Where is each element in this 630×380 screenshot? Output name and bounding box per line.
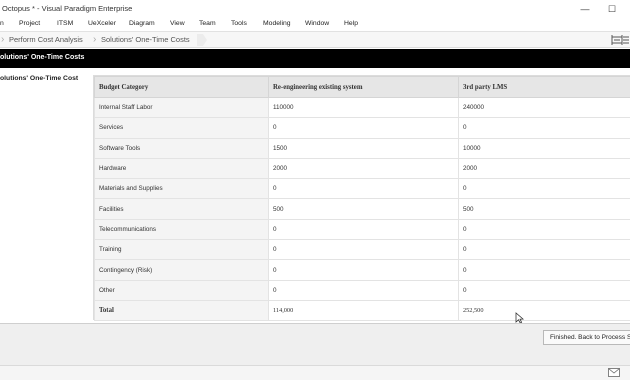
total-row: Total 114,000 252,500 [94,299,630,322]
value-cell[interactable]: 500 [268,198,459,220]
budget-category-cell: Contingency (Risk) [94,259,269,281]
breadcrumb: › Perform Cost Analysis › Solutions' One… [0,31,630,48]
breadcrumb-separator: › [93,34,97,45]
value-cell[interactable]: 500 [458,198,630,220]
budget-category-cell: Services [94,117,269,139]
value-cell[interactable]: 0 [458,259,630,281]
value-cell[interactable]: 240000 [458,96,630,119]
value-cell[interactable]: 2000 [268,157,459,180]
total-value: 252,500 [458,299,630,322]
breadcrumb-separator: › [1,34,5,45]
mail-icon[interactable] [608,368,620,377]
budget-category-cell: Internal Staff Labor [94,96,269,119]
table-row: Contingency (Risk) 0 0 [94,259,630,281]
table-row: Facilities 500 500 [94,198,630,220]
value-cell[interactable]: 0 [458,178,630,200]
menu-itsm[interactable]: ITSM [57,20,73,27]
title-bar: Octopus * - Visual Paradigm Enterprise —… [0,0,630,18]
table-header-row: Budget Category Re-engineering existing … [94,76,630,98]
table-row: Internal Staff Labor 110000 240000 [94,96,630,119]
cost-table-container: Budget Category Re-engineering existing … [93,75,630,322]
finish-back-to-process-steps-button[interactable]: Finished. Back to Process Steps [543,330,630,345]
value-cell[interactable]: 0 [458,117,630,139]
menu-window[interactable]: Window [305,20,329,27]
menu-modeling[interactable]: Modeling [263,20,291,27]
table-row: Services 0 0 [94,117,630,139]
value-cell[interactable]: 0 [458,239,630,261]
bottom-panel [0,323,630,365]
value-cell[interactable]: 2000 [458,157,630,180]
value-cell[interactable]: 1500 [268,137,459,159]
table-row: Telecommunications 0 0 [94,218,630,241]
value-cell[interactable]: 0 [458,279,630,301]
section-header: olutions' One-Time Costs [0,49,630,68]
cost-table: Budget Category Re-engineering existing … [94,76,630,322]
menu-team[interactable]: Team [199,20,216,27]
menu-uexceler[interactable]: UeXceler [88,20,116,27]
menu-tools[interactable]: Tools [231,20,247,27]
table-row: Other 0 0 [94,279,630,301]
table-row: Materials and Supplies 0 0 [94,178,630,200]
value-cell[interactable]: 0 [268,279,459,301]
menu-help[interactable]: Help [344,20,358,27]
table-row: Training 0 0 [94,239,630,261]
menu-project[interactable]: Project [19,20,40,27]
budget-category-cell: Hardware [94,157,269,180]
breadcrumb-item-solutions-one-time-costs[interactable]: Solutions' One-Time Costs [101,32,190,48]
status-bar [0,365,630,380]
menu-icon[interactable] [622,34,630,46]
value-cell[interactable]: 0 [268,239,459,261]
table-row: Hardware 2000 2000 [94,157,630,180]
budget-category-cell: Telecommunications [94,218,269,241]
value-cell[interactable]: 10000 [458,137,630,159]
maximize-button[interactable]: ☐ [605,2,619,16]
menu-diagram[interactable]: Diagram [129,20,155,27]
budget-category-cell: Facilities [94,198,269,220]
left-panel-label: olutions' One-Time Cost [0,75,79,82]
section-title: olutions' One-Time Costs [0,54,85,61]
table-row: Software Tools 1500 10000 [94,137,630,159]
menu-view[interactable]: View [170,20,185,27]
budget-category-cell: Software Tools [94,137,269,159]
breadcrumb-end-arrow [197,34,207,46]
menu-bar: n Project ITSM UeXceler Diagram View Tea… [0,18,630,31]
column-header-budget-category: Budget Category [94,76,269,98]
budget-category-cell: Other [94,279,269,301]
menu-file[interactable]: n [0,20,4,27]
total-label: Total [94,299,269,322]
budget-category-cell: Training [94,239,269,261]
breadcrumb-item-perform-cost-analysis[interactable]: Perform Cost Analysis [9,32,83,48]
value-cell[interactable]: 0 [268,218,459,241]
column-header-3rd-party-lms: 3rd party LMS [458,76,630,98]
total-value: 114,000 [268,299,459,322]
value-cell[interactable]: 0 [268,259,459,281]
value-cell[interactable]: 0 [268,178,459,200]
column-header-re-engineering: Re-engineering existing system [268,76,459,98]
window-title: Octopus * - Visual Paradigm Enterprise [2,4,133,13]
budget-category-cell: Materials and Supplies [94,178,269,200]
minimize-button[interactable]: — [578,2,592,16]
value-cell[interactable]: 0 [458,218,630,241]
value-cell[interactable]: 110000 [268,96,459,119]
value-cell[interactable]: 0 [268,117,459,139]
